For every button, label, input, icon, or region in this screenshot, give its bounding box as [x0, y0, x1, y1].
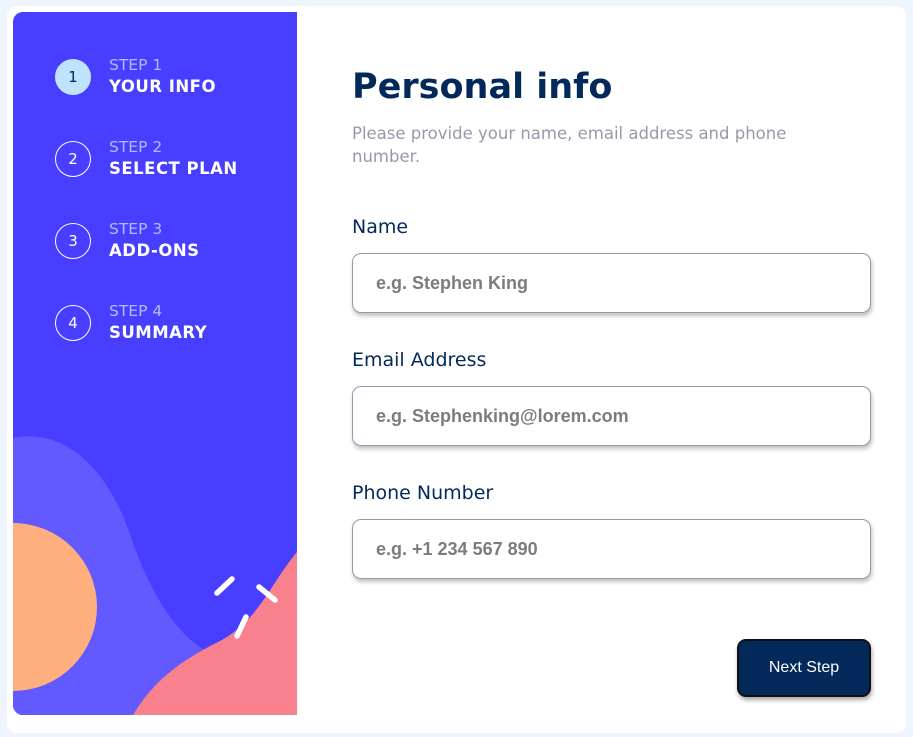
phone-field-label: Phone Number [352, 482, 494, 504]
page-title: Personal info [352, 67, 613, 107]
step-label-3: STEP 3 [109, 220, 163, 238]
step-number-badge-4[interactable]: 4 [55, 305, 91, 341]
step-number-badge-2[interactable]: 2 [55, 141, 91, 177]
step-label-1: STEP 1 [109, 56, 163, 74]
step-label-4: STEP 4 [109, 302, 163, 320]
step-text-1: STEP 1 YOUR INFO [109, 55, 216, 99]
email-field-label: Email Address [352, 349, 487, 371]
step-text-4: STEP 4 SUMMARY [109, 301, 207, 345]
step-title-1: YOUR INFO [109, 77, 216, 96]
step-title-3: ADD-ONS [109, 241, 200, 260]
step-label-2: STEP 2 [109, 138, 163, 156]
next-step-button[interactable]: Next Step [737, 639, 871, 697]
page-subtitle: Please provide your name, email address … [352, 124, 787, 166]
step-number-badge-3[interactable]: 3 [55, 223, 91, 259]
step-title-4: SUMMARY [109, 323, 208, 342]
phone-input[interactable] [352, 519, 871, 579]
step-sidebar: 1 STEP 1 YOUR INFO 2 STEP 2 SELECT PLAN … [13, 12, 297, 715]
name-input[interactable] [352, 253, 871, 313]
name-field-label: Name [352, 216, 409, 238]
step-number-badge-1[interactable]: 1 [55, 59, 91, 95]
step-title-2: SELECT PLAN [109, 159, 238, 178]
email-input[interactable] [352, 386, 871, 446]
step-text-2: STEP 2 SELECT PLAN [109, 137, 238, 181]
step-text-3: STEP 3 ADD-ONS [109, 219, 200, 263]
sidebar-background-illustration [13, 436, 297, 715]
